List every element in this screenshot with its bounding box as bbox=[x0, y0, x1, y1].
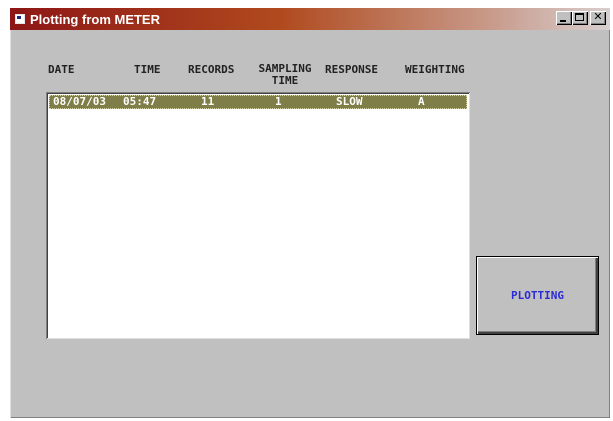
close-icon: ✕ bbox=[593, 10, 603, 23]
cell-date: 08/07/03 bbox=[53, 95, 106, 108]
maximize-icon bbox=[575, 13, 584, 21]
header-date: DATE bbox=[48, 63, 75, 76]
app-window: Plotting from METER ✕ DATE TIME RECORDS … bbox=[10, 8, 610, 418]
plotting-button-label: PLOTTING bbox=[511, 289, 564, 302]
window-controls: ✕ bbox=[556, 10, 606, 25]
header-weighting: WEIGHTING bbox=[405, 63, 465, 76]
cell-sampling-time: 1 bbox=[275, 95, 282, 108]
header-sampling-line2: TIME bbox=[271, 74, 299, 87]
window-title: Plotting from METER bbox=[30, 11, 160, 27]
header-response: RESPONSE bbox=[325, 63, 378, 76]
cell-time: 05:47 bbox=[123, 95, 157, 108]
cell-weighting: A bbox=[418, 95, 425, 108]
minimize-button[interactable] bbox=[556, 11, 572, 25]
cell-records: 11 bbox=[201, 95, 215, 108]
close-button[interactable]: ✕ bbox=[590, 10, 606, 25]
header-sampling-time: SAMPLING TIME bbox=[252, 63, 318, 87]
title-bar[interactable]: Plotting from METER ✕ bbox=[10, 8, 610, 30]
app-icon[interactable] bbox=[15, 14, 25, 24]
list-item[interactable]: 08/07/03 05:47 11 1 SLOW A bbox=[49, 95, 467, 109]
minimize-icon bbox=[560, 20, 566, 22]
records-list[interactable]: 08/07/03 05:47 11 1 SLOW A bbox=[46, 92, 470, 339]
maximize-button[interactable] bbox=[572, 11, 588, 25]
header-time: TIME bbox=[134, 63, 161, 76]
header-records: RECORDS bbox=[188, 63, 235, 76]
cell-response: SLOW bbox=[336, 95, 363, 108]
plotting-button[interactable]: PLOTTING bbox=[476, 256, 599, 335]
